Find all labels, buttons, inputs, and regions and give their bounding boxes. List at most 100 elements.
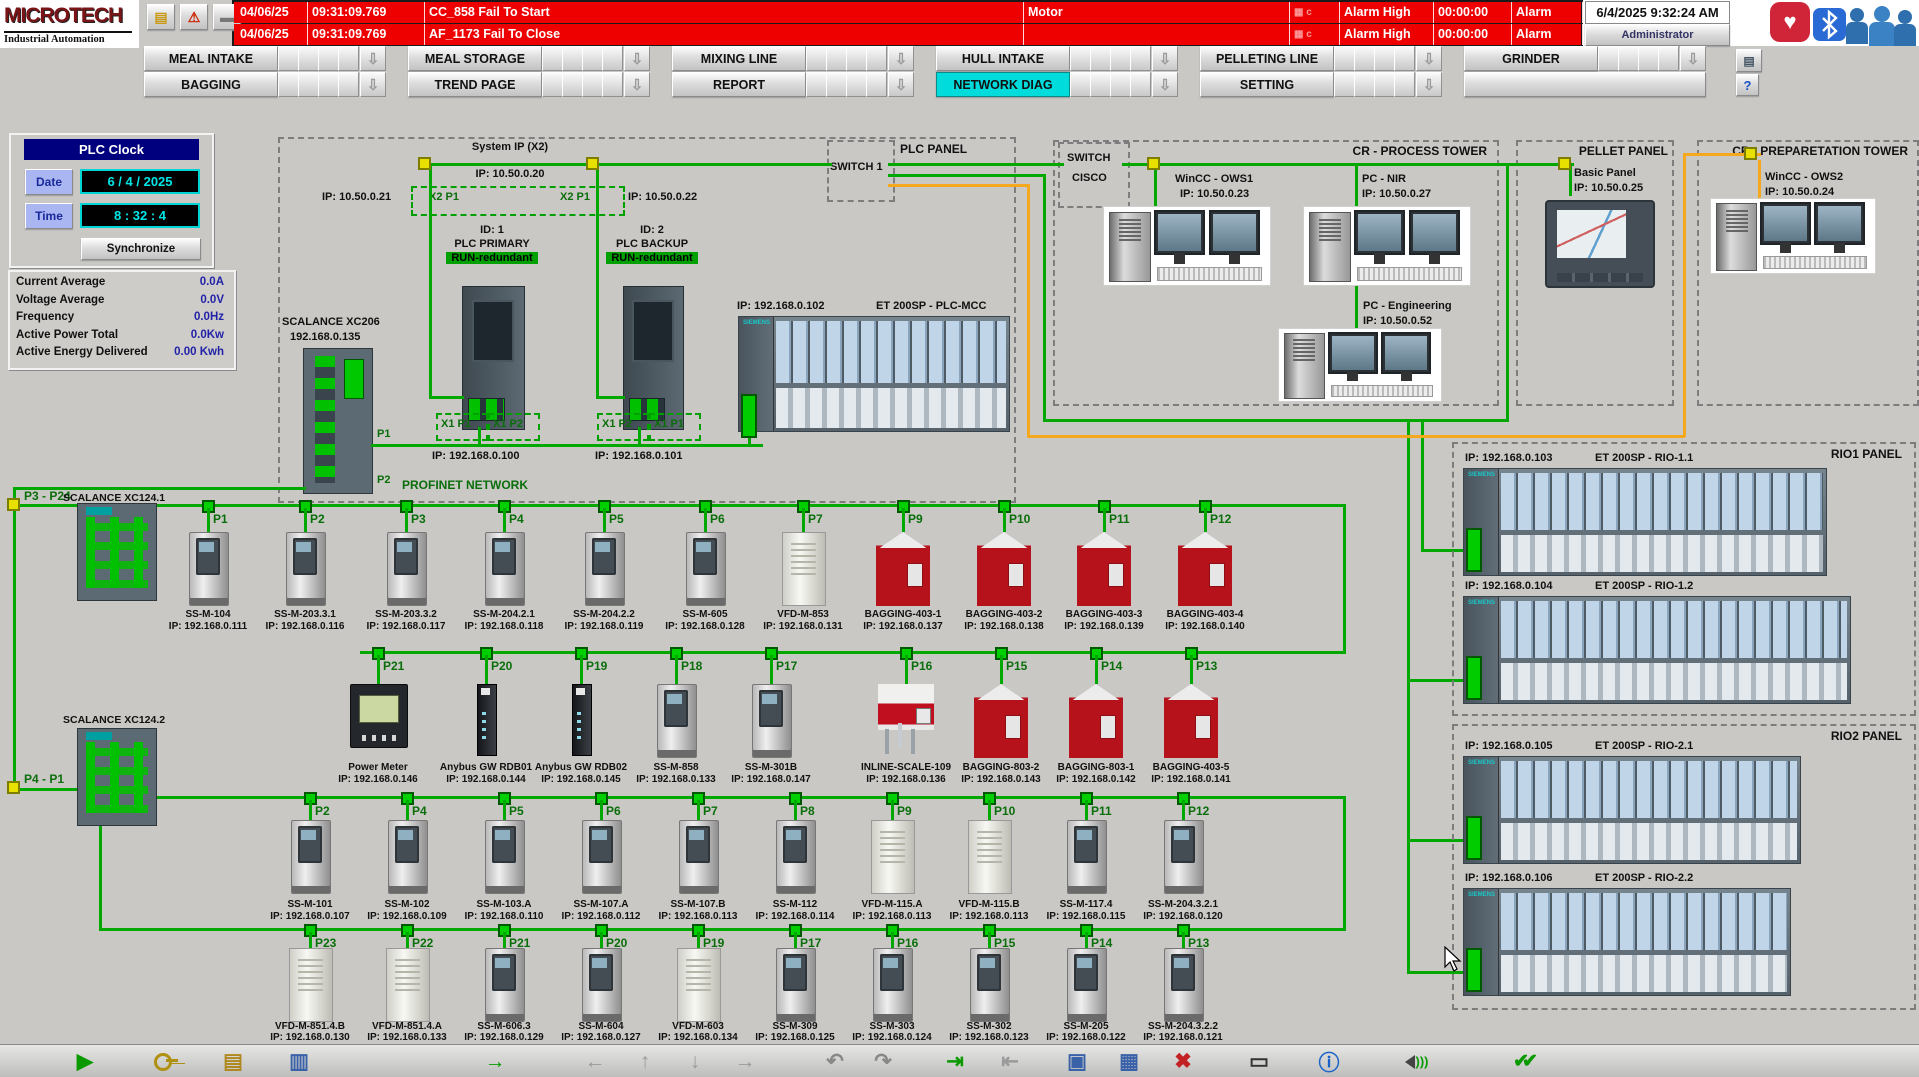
nav-segment-button[interactable]	[298, 72, 319, 97]
nav-segment-button[interactable]	[278, 72, 299, 97]
scalance-xc206-switch[interactable]	[303, 348, 373, 494]
run-button[interactable]: ▶	[70, 1047, 100, 1076]
nav-arrow-button[interactable]: ⇩	[1152, 46, 1178, 71]
nav-segment-button[interactable]	[1354, 46, 1375, 71]
nav-segment-button[interactable]	[826, 46, 847, 71]
nav-button-hull-intake[interactable]: HULL INTAKE	[936, 46, 1070, 71]
device-bagging-403-2[interactable]	[977, 532, 1031, 606]
time-button[interactable]: Time	[25, 203, 73, 229]
nav-button-meal-intake[interactable]: MEAL INTAKE	[144, 46, 278, 71]
device-ss-m-204-3-2-1[interactable]	[1164, 820, 1204, 894]
device-ss-m-301b[interactable]	[752, 684, 792, 758]
nav-segment-button[interactable]	[1374, 72, 1395, 97]
nav-button-mixing-line[interactable]: MIXING LINE	[672, 46, 806, 71]
help-icon[interactable]: ?	[1736, 74, 1759, 96]
users-icon[interactable]	[1848, 6, 1918, 46]
device-vfd-m-851-4-a[interactable]	[386, 948, 430, 1022]
nav-segment-button[interactable]	[318, 46, 339, 71]
device-vfd-m-851-4-b[interactable]	[289, 948, 333, 1022]
print-icon[interactable]: ▤	[1736, 49, 1762, 72]
nav-segment-button[interactable]	[542, 72, 563, 97]
nav-segment-button[interactable]	[1354, 72, 1375, 97]
device-bagging-803-2[interactable]	[974, 684, 1028, 758]
rio-rack-et-200sp-rio-2-2[interactable]: SIEMENS	[1463, 888, 1791, 996]
device-anybus-gw-rdb02[interactable]	[572, 684, 592, 756]
nav-arrow-button[interactable]: ⇩	[624, 46, 650, 71]
nav-segment-button[interactable]	[1090, 46, 1111, 71]
display-button[interactable]: ▭	[1244, 1047, 1274, 1076]
device-vfd-m-853[interactable]	[782, 532, 826, 606]
rio-rack-et-200sp-rio-2-1[interactable]: SIEMENS	[1463, 756, 1801, 864]
device-ss-m-606-3[interactable]	[485, 948, 525, 1022]
nav-segment-button[interactable]	[318, 72, 339, 97]
device-ss-m-203-3-1[interactable]	[286, 532, 326, 606]
device-bagging-403-5[interactable]	[1164, 684, 1218, 758]
device-ss-m-107-b[interactable]	[679, 820, 719, 894]
device-ss-m-101[interactable]	[291, 820, 331, 894]
nav-arrow-button[interactable]: ⇩	[1680, 46, 1706, 71]
undo-button[interactable]: ↶	[820, 1047, 850, 1076]
audio-alarm-button[interactable]: )))	[1398, 1047, 1428, 1076]
device-ss-m-102[interactable]	[388, 820, 428, 894]
nav-arrow-button[interactable]: ⇩	[1416, 72, 1442, 97]
nav-arrow-button[interactable]: ⇩	[888, 72, 914, 97]
device-ss-m-112[interactable]	[776, 820, 816, 894]
device-ss-m-107-a[interactable]	[582, 820, 622, 894]
rio-rack-et-200sp-rio-1-2[interactable]: SIEMENS	[1463, 596, 1851, 704]
nav-segment-button[interactable]	[582, 46, 603, 71]
nav-button-setting[interactable]: SETTING	[1200, 72, 1334, 97]
nav-segment-button[interactable]	[278, 46, 299, 71]
nav-segment-button[interactable]	[1618, 46, 1639, 71]
device-ss-m-203-3-2[interactable]	[387, 532, 427, 606]
date-button[interactable]: Date	[25, 169, 73, 195]
export-button[interactable]: →	[480, 1047, 510, 1076]
nav-arrow-button[interactable]: ⇩	[360, 46, 386, 71]
nav-segment-button[interactable]	[1070, 72, 1091, 97]
nav-arrow-button[interactable]: ⇩	[888, 46, 914, 71]
nav-segment-button[interactable]	[1130, 46, 1151, 71]
device-ss-m-858[interactable]	[657, 684, 697, 758]
nav-segment-button[interactable]	[542, 46, 563, 71]
nav-segment-button[interactable]	[602, 72, 623, 97]
device-inline-scale-109[interactable]	[878, 684, 934, 754]
nav-segment-button[interactable]	[562, 72, 583, 97]
password-key-button[interactable]	[148, 1047, 178, 1076]
scalance-xc124-switch[interactable]	[77, 503, 157, 601]
nav-segment-button[interactable]	[1374, 46, 1395, 71]
device-ss-m-104[interactable]	[189, 532, 229, 606]
nav-up-button[interactable]: ↑	[630, 1047, 660, 1076]
nav-segment-button[interactable]	[602, 46, 623, 71]
scalance-xc124-switch[interactable]	[77, 728, 157, 826]
alarm-warning-icon[interactable]: ⚠	[180, 4, 208, 30]
nav-empty-slot[interactable]	[1464, 72, 1706, 97]
nav-segment-button[interactable]	[582, 72, 603, 97]
nav-segment-button[interactable]	[1070, 46, 1091, 71]
nav-button-trend-page[interactable]: TREND PAGE	[408, 72, 542, 97]
nav-segment-button[interactable]	[1394, 72, 1415, 97]
device-ss-m-605[interactable]	[686, 532, 726, 606]
device-vfd-m-115-a[interactable]	[871, 820, 915, 894]
device-ss-m-205[interactable]	[1067, 948, 1107, 1022]
bluetooth-icon[interactable]	[1813, 8, 1846, 41]
nav-segment-button[interactable]	[806, 72, 827, 97]
nav-segment-button[interactable]	[338, 46, 359, 71]
nav-segment-button[interactable]	[846, 72, 867, 97]
et200sp-plc-mcc-rack[interactable]: SIEMENS	[738, 316, 1010, 432]
device-power-meter[interactable]	[350, 684, 408, 748]
nav-segment-button[interactable]	[1638, 46, 1659, 71]
nav-back-button[interactable]: ←	[580, 1047, 610, 1076]
device-ss-m-204-2-2[interactable]	[585, 532, 625, 606]
device-vfd-m-115-b[interactable]	[968, 820, 1012, 894]
device-bagging-403-1[interactable]	[876, 532, 930, 606]
device-bagging-803-1[interactable]	[1069, 684, 1123, 758]
redo-button[interactable]: ↷	[868, 1047, 898, 1076]
nav-segment-button[interactable]	[1110, 72, 1131, 97]
folder-button[interactable]: ▣	[1062, 1047, 1092, 1076]
new-window-button[interactable]: ▤	[218, 1047, 248, 1076]
device-bagging-403-3[interactable]	[1077, 532, 1131, 606]
device-anybus-gw-rdb01[interactable]	[477, 684, 497, 756]
synchronize-button[interactable]: Synchronize	[81, 238, 201, 260]
save-button[interactable]: ▦	[1114, 1047, 1144, 1076]
nav-segment-button[interactable]	[1130, 72, 1151, 97]
copy-window-button[interactable]: ▥	[284, 1047, 314, 1076]
